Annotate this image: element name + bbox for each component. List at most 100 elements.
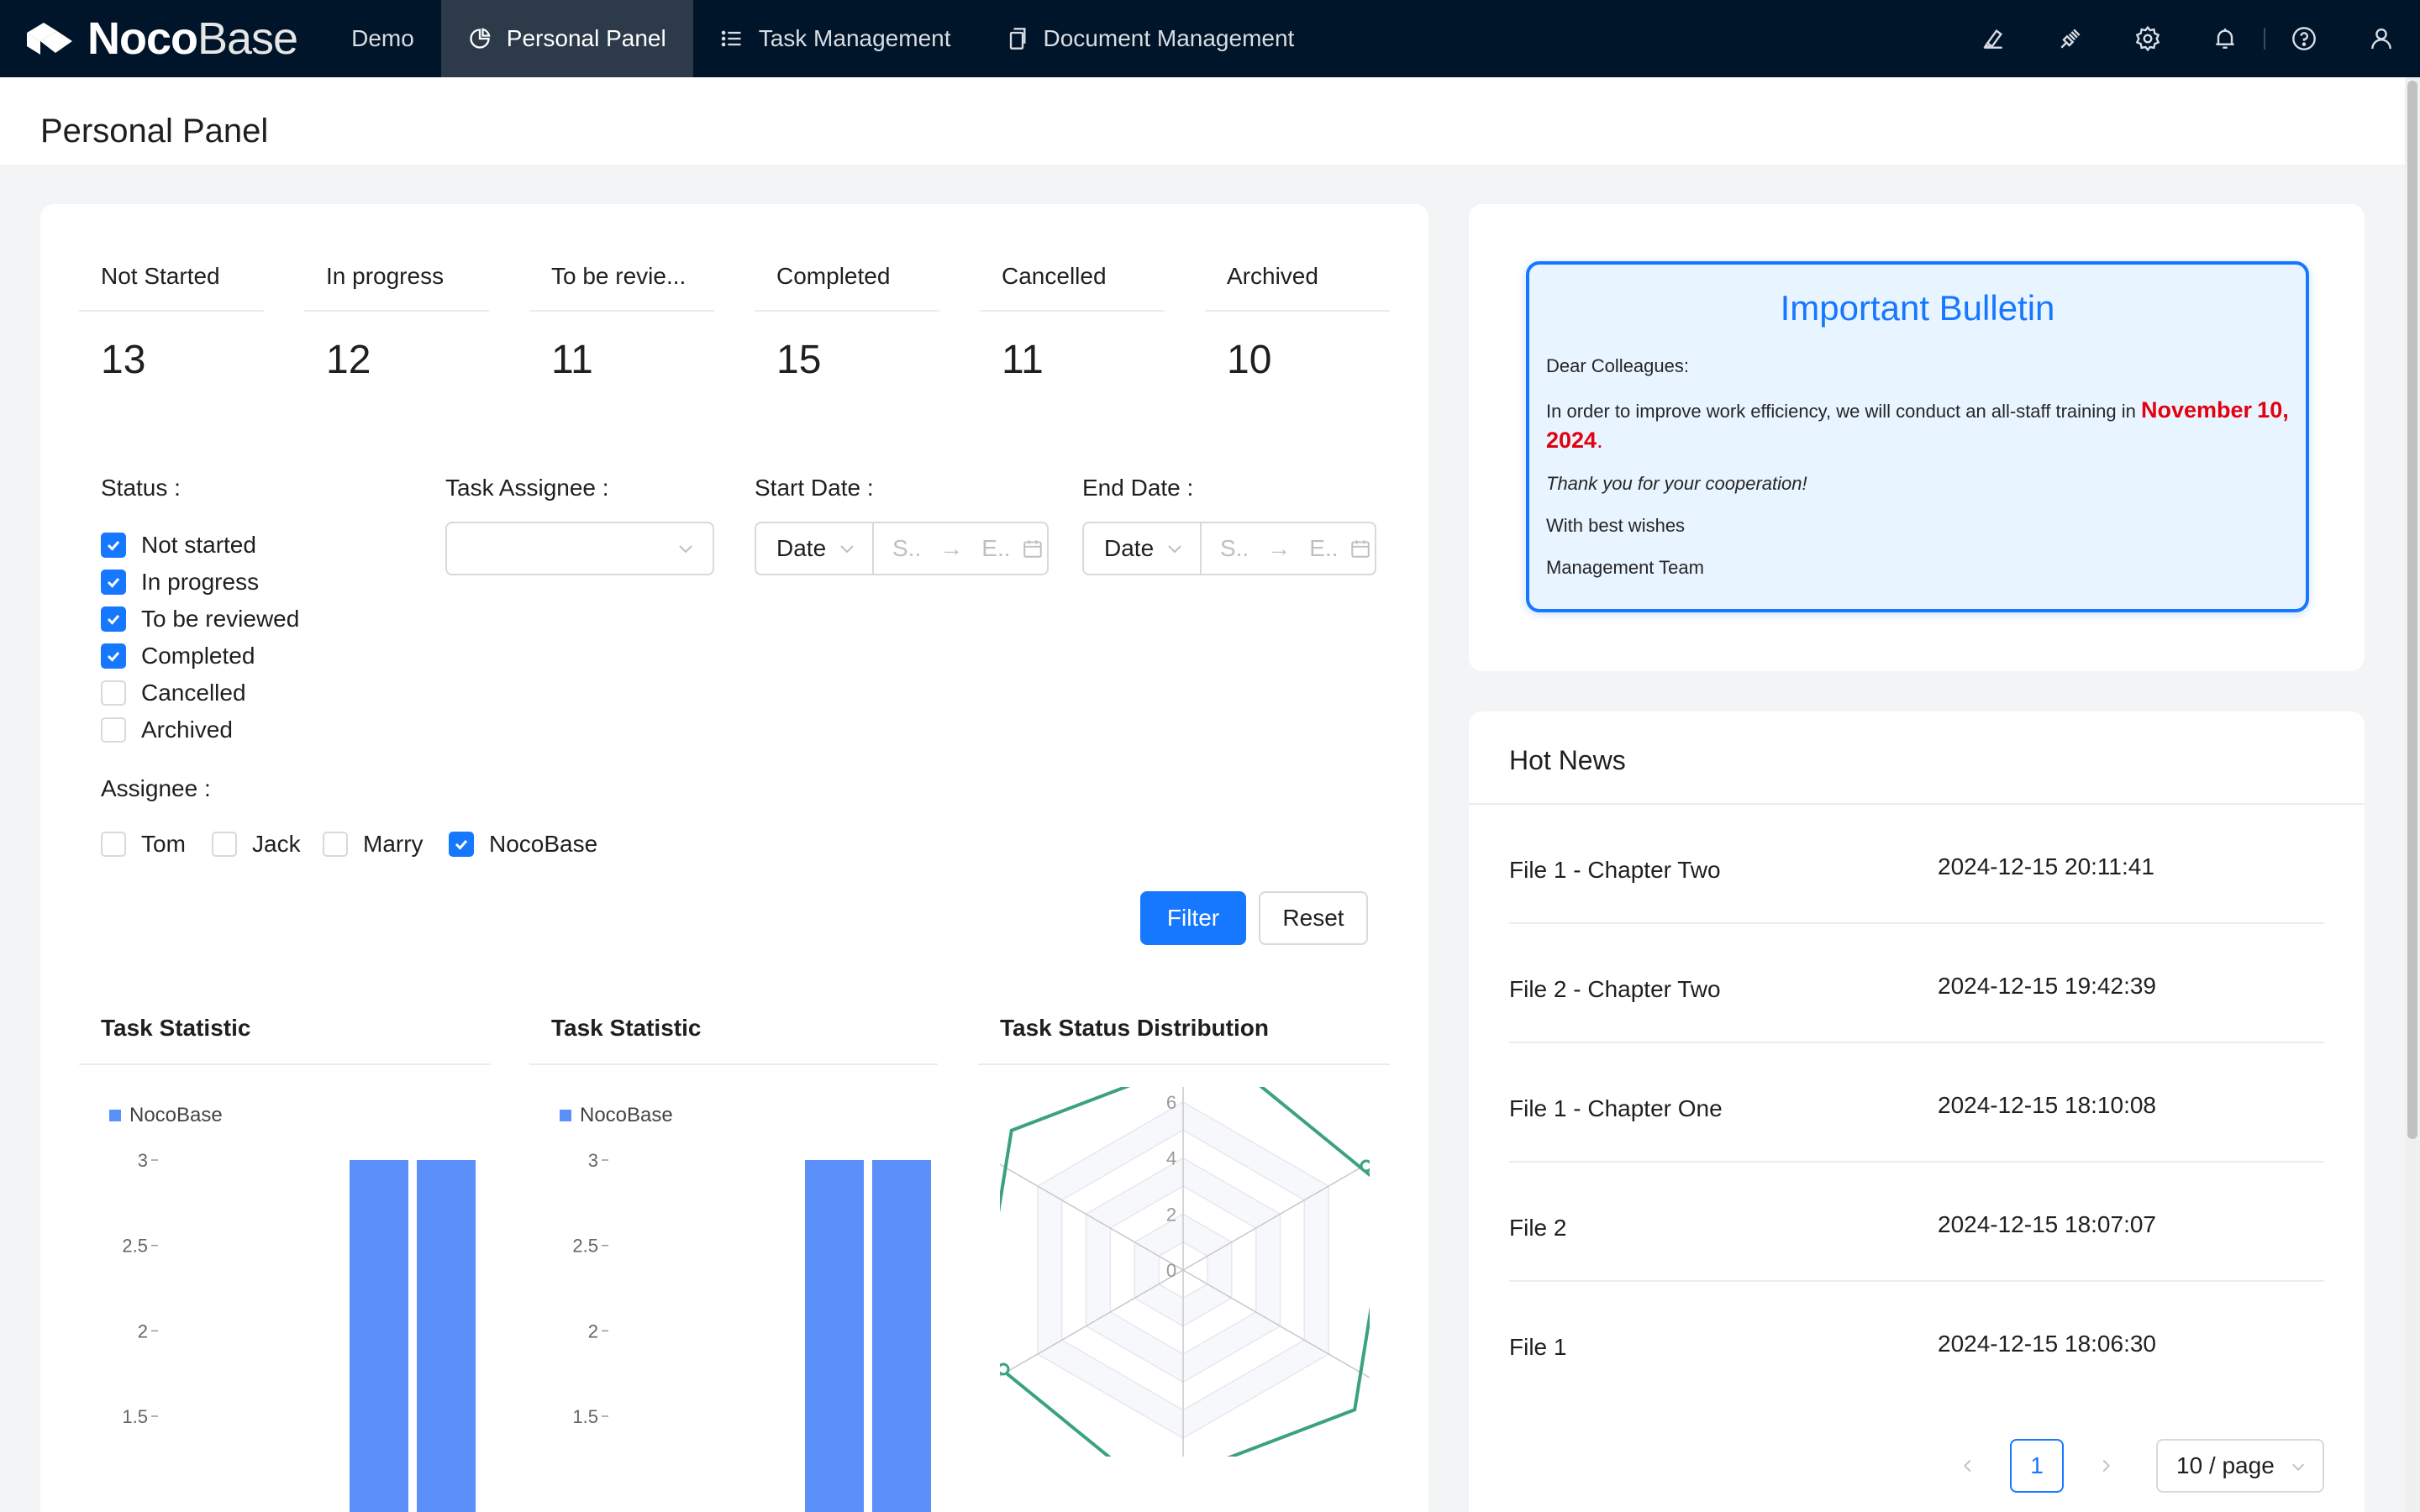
app-logo[interactable]: NocoBase [0,0,324,77]
date-type-value: Date [776,535,827,561]
status-option-in-progress[interactable]: In progress [101,569,259,596]
page-header: Personal Panel [0,77,2405,165]
news-item-time: 2024-12-15 19:42:39 [1938,973,2156,999]
range-start-placeholder[interactable]: S.. [892,535,921,562]
bulletin-body-end: . [1597,428,1603,453]
radial-tick-label: 6 [1166,1092,1176,1113]
nav-item-label: Document Management [1043,25,1295,51]
y-tick-label: 3 [588,1150,598,1171]
chevron-down-icon [2291,1463,2305,1471]
list-icon [721,30,741,47]
checkbox[interactable] [101,533,126,558]
stat-in-progress: In progress 12 [304,261,529,383]
plugin-icon [2060,29,2081,49]
news-item-name[interactable]: File 1 - Chapter One [1509,1095,1723,1122]
end-date-range-picker[interactable]: Date S.. → E.. [1082,522,1376,575]
page-scrollbar-thumb[interactable] [2407,81,2417,1139]
next-page-button[interactable] [2079,1439,2133,1493]
checkbox[interactable] [101,832,126,857]
checkbox-label: Cancelled [141,680,246,706]
assignee-option-tom[interactable]: Tom [101,831,186,858]
plugin-button[interactable] [2032,0,2109,77]
checkbox[interactable] [323,832,348,857]
assignee-option-jack[interactable]: Jack [212,831,301,858]
assignee-option-nocobase[interactable]: NocoBase [449,831,597,858]
user-menu-button[interactable] [2343,0,2420,77]
filter-button[interactable]: Filter [1140,891,1246,945]
stat-title: Archived [1205,261,1390,312]
settings-button[interactable] [2109,0,2186,77]
date-type-select[interactable]: Date [1084,523,1202,574]
news-item[interactable]: File 1 - Chapter Two 2024-12-15 20:11:41 [1509,805,2324,924]
highlight-button[interactable] [1954,0,2032,77]
range-start-placeholder[interactable]: S.. [1220,535,1249,562]
checkbox-label: NocoBase [489,831,598,857]
news-item-time: 2024-12-15 18:10:08 [1938,1092,2156,1118]
nav-item-task-management[interactable]: Task Management [693,0,978,77]
y-tick-label: 2.5 [572,1236,598,1257]
stat-value: 12 [326,338,371,382]
checkbox[interactable] [101,643,126,669]
status-option-to-be-reviewed[interactable]: To be reviewed [101,606,299,633]
checkbox[interactable] [101,570,126,595]
status-option-not-started[interactable]: Not started [101,532,256,559]
bar [417,1160,476,1512]
nav-item-label: Task Management [758,25,951,51]
legend-label: NocoBase [580,1104,673,1126]
status-option-completed[interactable]: Completed [101,643,255,669]
news-item[interactable]: File 2 2024-12-15 18:07:07 [1509,1163,2324,1282]
checkbox[interactable] [101,606,126,632]
status-option-archived[interactable]: Archived [101,717,233,743]
nav-item-demo[interactable]: Demo [324,0,441,77]
radar-point [1000,1362,1010,1376]
chevron-down-icon [1168,545,1181,554]
news-item-name[interactable]: File 1 [1509,1334,1566,1361]
y-tick-label: 2 [588,1320,598,1341]
page-size-select[interactable]: 10 / page [2156,1439,2324,1493]
y-tick-label: 1.5 [572,1406,598,1427]
reset-button[interactable]: Reset [1259,891,1368,945]
stat-cancelled: Cancelled 11 [980,261,1205,383]
legend-swatch [560,1110,571,1121]
task-assignee-select[interactable] [445,522,714,575]
nav-item-label: Demo [351,25,414,51]
task-status-distribution-chart: 6 4 2 0 [1000,1087,1370,1457]
notifications-button[interactable] [2186,0,2264,77]
bulletin-body-text: In order to improve work efficiency, we … [1546,401,2141,422]
date-type-select[interactable]: Date [756,523,874,574]
start-date-range-picker[interactable]: Date S.. → E.. [755,522,1049,575]
stat-title: Completed [755,261,939,312]
help-button[interactable] [2265,0,2343,77]
bulletin-thanks: Thank you for your cooperation! [1546,473,1807,494]
bulletin-title: Important Bulletin [1780,288,2055,328]
stat-value: 10 [1227,338,1272,382]
radar-point [1360,1159,1370,1173]
start-date-label: Start Date : [755,475,874,501]
news-item-name[interactable]: File 2 - Chapter Two [1509,976,1721,1003]
status-statistics: Not Started 13 In progress 12 To be revi… [79,261,1430,383]
nav-item-document-management[interactable]: Document Management [978,0,1322,77]
news-item-name[interactable]: File 1 - Chapter Two [1509,857,1721,884]
stat-value: 11 [1002,338,1044,382]
checkbox-label: Not started [141,532,256,558]
page-size-value: 10 / page [2176,1452,2275,1478]
prev-page-button[interactable] [1941,1439,1995,1493]
news-item-name[interactable]: File 2 [1509,1215,1566,1242]
checkbox[interactable] [449,832,474,857]
logo-mark-icon [27,23,72,55]
news-item-time: 2024-12-15 20:11:41 [1938,853,2154,879]
news-item[interactable]: File 2 - Chapter Two 2024-12-15 19:42:39 [1509,924,2324,1043]
checkbox[interactable] [212,832,237,857]
news-item[interactable]: File 1 2024-12-15 18:06:30 [1509,1282,2324,1401]
date-type-value: Date [1104,535,1155,561]
nav-item-personal-panel[interactable]: Personal Panel [440,0,693,77]
page-number-button[interactable]: 1 [2010,1439,2064,1493]
checkbox[interactable] [101,680,126,706]
assignee-option-marry[interactable]: Marry [323,831,424,858]
news-item[interactable]: File 1 - Chapter One 2024-12-15 18:10:08 [1509,1043,2324,1163]
checkbox[interactable] [101,717,126,743]
stat-title: Not Started [79,261,264,312]
status-option-cancelled[interactable]: Cancelled [101,680,246,706]
range-end-placeholder[interactable]: E.. [1309,535,1338,562]
range-end-placeholder[interactable]: E.. [981,535,1010,562]
